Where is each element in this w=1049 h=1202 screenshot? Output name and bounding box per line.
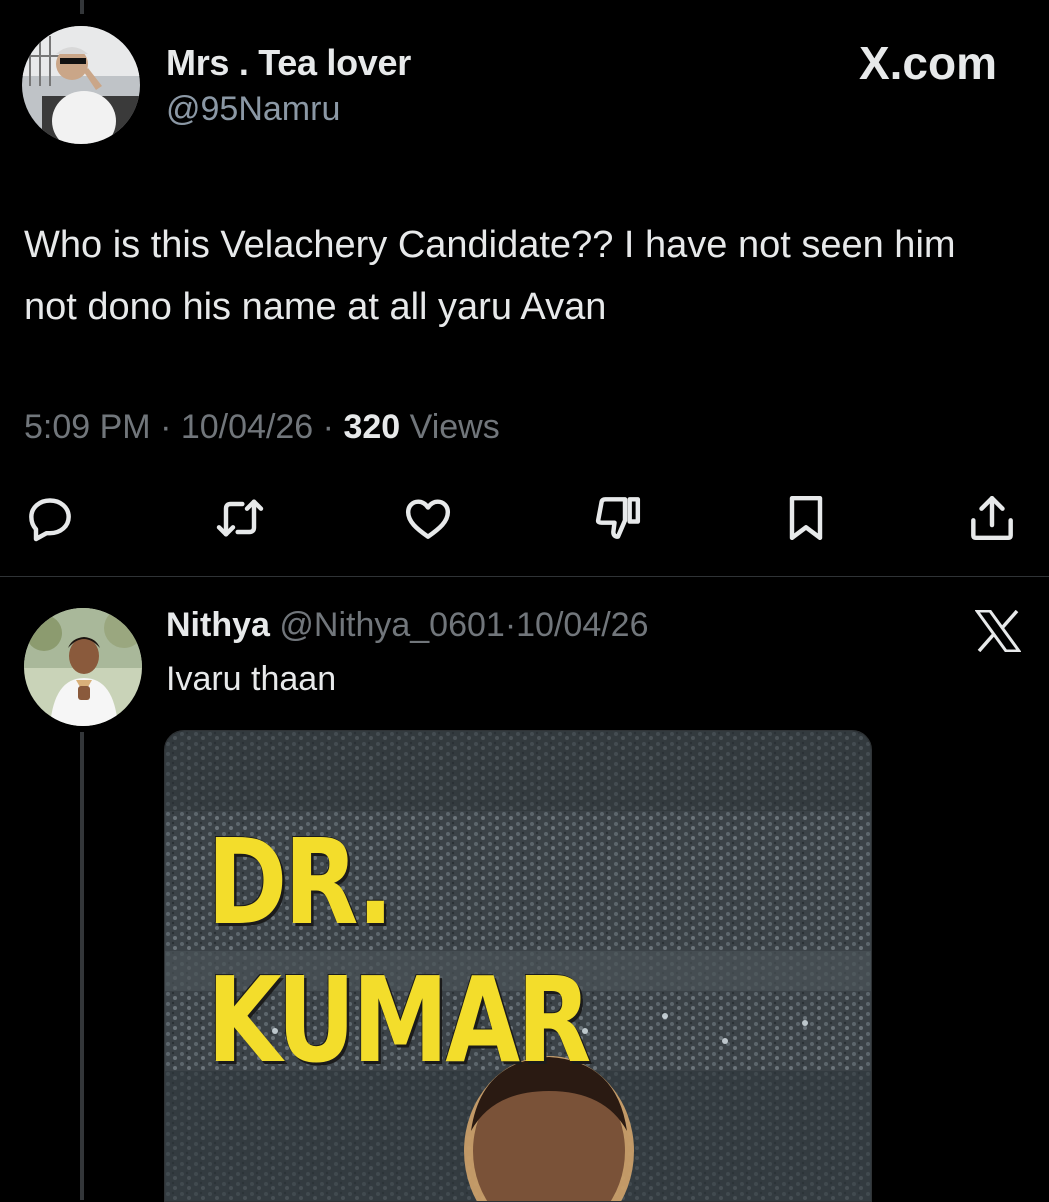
reply-text: Ivaru thaan — [166, 660, 337, 698]
reply-button[interactable] — [22, 490, 78, 546]
tweet-time[interactable]: 5:09 PM — [24, 408, 151, 446]
media-title-text: DR. KUMAR — [207, 813, 591, 1089]
author-name[interactable]: Mrs . Tea lover — [166, 42, 411, 84]
brand-link[interactable]: X.com — [859, 36, 997, 90]
reply-media-image[interactable]: DR. KUMAR — [164, 730, 872, 1202]
dislike-button[interactable] — [590, 490, 646, 546]
meta-separator: · — [160, 408, 172, 446]
author-avatar[interactable] — [22, 26, 140, 144]
like-button[interactable] — [400, 490, 456, 546]
share-icon — [971, 495, 1013, 541]
x-logo-button[interactable] — [974, 609, 1022, 657]
reply-author-name[interactable]: Nithya — [166, 606, 270, 644]
retweet-icon — [216, 499, 264, 537]
reply-icon — [29, 498, 71, 542]
reply-author-handle[interactable]: @Nithya_0601 — [279, 606, 504, 644]
bookmark-button[interactable] — [778, 490, 834, 546]
meta-separator: · — [504, 606, 517, 644]
x-logo-icon — [974, 609, 1022, 653]
action-bar — [0, 490, 1049, 550]
meta-separator: · — [322, 408, 334, 446]
tweet-text: Who is this Velachery Candidate?? I have… — [24, 224, 956, 328]
tweet-date[interactable]: 10/04/26 — [181, 408, 313, 446]
dislike-icon — [595, 497, 641, 539]
divider — [0, 576, 1049, 577]
thread-line — [80, 732, 84, 1200]
reply-date[interactable]: 10/04/26 — [516, 606, 648, 644]
thread-line — [80, 0, 84, 14]
views-label: Views — [409, 408, 500, 446]
reply-author-avatar[interactable] — [24, 608, 142, 726]
share-button[interactable] — [964, 490, 1020, 546]
brand-label: X.com — [858, 37, 997, 89]
tweet-meta: 5:09 PM · 10/04/26 · 320 Views — [24, 408, 500, 447]
reply-header: Nithya @Nithya_0601·10/04/26 — [166, 606, 649, 645]
like-icon — [405, 499, 451, 539]
author-handle[interactable]: @95Namru — [166, 90, 340, 129]
views-count: 320 — [343, 408, 401, 446]
retweet-button[interactable] — [212, 490, 268, 546]
bookmark-icon — [789, 495, 823, 541]
